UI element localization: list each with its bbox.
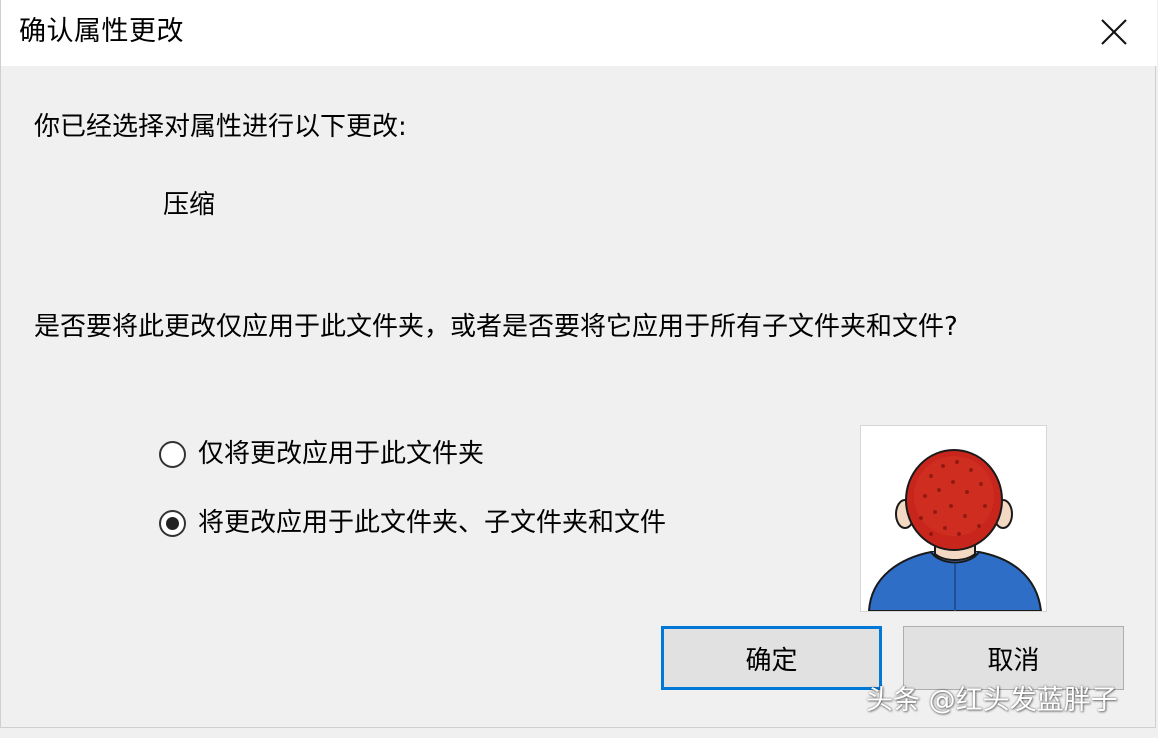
close-icon [1101, 19, 1127, 45]
avatar-image [860, 425, 1047, 612]
intro-text: 你已经选择对属性进行以下更改: [34, 112, 407, 142]
radio-button-checked[interactable] [159, 509, 186, 537]
red-haired-person-illustration [867, 449, 1043, 611]
dialog-title: 确认属性更改 [19, 16, 184, 47]
watermark-text: 头条 @红头发蓝胖子 [866, 685, 1118, 716]
option-label: 将更改应用于此文件夹、子文件夹和文件 [198, 508, 667, 538]
option-this-folder-only[interactable]: 仅将更改应用于此文件夹 [159, 436, 484, 472]
ok-button[interactable]: 确定 [661, 626, 882, 690]
question-text: 是否要将此更改仅应用于此文件夹，或者是否要将它应用于所有子文件夹和文件? [34, 312, 958, 342]
change-item: 压缩 [163, 190, 216, 220]
radio-button-unchecked[interactable] [159, 440, 186, 468]
cancel-button[interactable]: 取消 [903, 626, 1124, 690]
option-folder-subfolders-files[interactable]: 将更改应用于此文件夹、子文件夹和文件 [159, 505, 666, 541]
title-bar: 确认属性更改 [1, 0, 1157, 66]
confirm-attribute-change-dialog: 确认属性更改 你已经选择对属性进行以下更改: 压缩 是否要将此更改仅应用于此文件… [0, 0, 1157, 728]
option-label: 仅将更改应用于此文件夹 [198, 439, 485, 469]
close-button[interactable] [1087, 8, 1141, 56]
